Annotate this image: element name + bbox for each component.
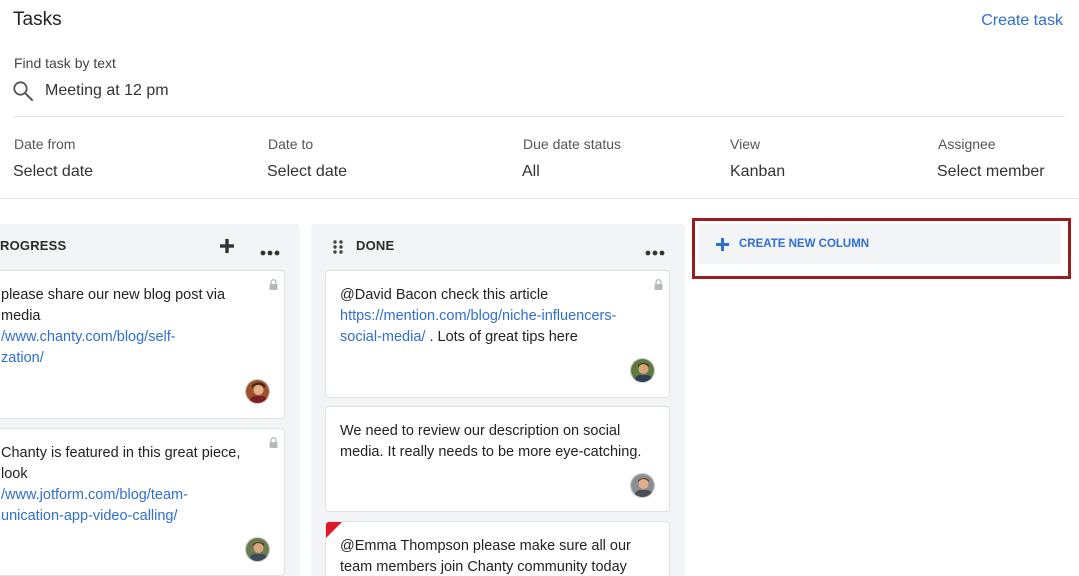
plus-icon bbox=[716, 237, 729, 251]
filter-date-to: Date to Select date bbox=[267, 136, 347, 181]
lock-icon bbox=[269, 277, 278, 295]
drag-handle-icon[interactable] bbox=[333, 240, 343, 259]
task-card[interactable]: We need to review our description on soc… bbox=[325, 406, 670, 512]
date-from-select[interactable]: Select date bbox=[13, 163, 93, 181]
task-link[interactable]: https://mention.com/blog/niche-influence… bbox=[340, 308, 616, 324]
filter-assignee: Assignee Select member bbox=[937, 136, 1045, 181]
task-text: We need to review our description on soc… bbox=[340, 423, 642, 460]
date-from-label: Date from bbox=[14, 136, 76, 152]
more-options-icon[interactable] bbox=[645, 243, 665, 261]
filter-date-from: Date from Select date bbox=[13, 136, 93, 181]
search-row bbox=[12, 80, 445, 102]
column-title: ROGRESS bbox=[0, 238, 67, 253]
create-new-column-label: CREATE NEW COLUMN bbox=[739, 238, 870, 250]
date-to-select[interactable]: Select date bbox=[267, 163, 347, 181]
task-text: Chanty is featured in this great piece, … bbox=[1, 445, 241, 524]
task-link[interactable]: unication-app-video-calling/ bbox=[1, 508, 178, 524]
task-card[interactable]: @Emma Thompson please make sure all our … bbox=[325, 521, 670, 576]
task-text: @Emma Thompson please make sure all our … bbox=[340, 538, 631, 575]
due-status-label: Due date status bbox=[523, 136, 622, 152]
assignee-label: Assignee bbox=[938, 136, 996, 152]
due-status-select[interactable]: All bbox=[522, 163, 621, 181]
page-title: Tasks bbox=[13, 9, 62, 30]
kanban-column-done: DONE @David Bacon check this article htt… bbox=[311, 224, 685, 576]
view-label: View bbox=[730, 136, 761, 152]
task-link[interactable]: /www.chanty.com/blog/self- bbox=[1, 329, 176, 345]
search-label: Find task by text bbox=[14, 55, 116, 71]
date-to-label: Date to bbox=[268, 136, 314, 152]
avatar[interactable] bbox=[245, 537, 270, 562]
create-new-column-button[interactable]: CREATE NEW COLUMN bbox=[698, 224, 1061, 264]
avatar[interactable] bbox=[245, 379, 270, 404]
filter-view: View Kanban bbox=[730, 136, 785, 181]
create-new-column-highlight: CREATE NEW COLUMN bbox=[692, 218, 1071, 279]
task-card[interactable]: Chanty is featured in this great piece, … bbox=[0, 428, 285, 576]
view-select[interactable]: Kanban bbox=[730, 163, 785, 181]
divider bbox=[13, 116, 1065, 117]
kanban-column-in-progress: ROGRESS please share our new blog post v… bbox=[0, 224, 300, 576]
avatar[interactable] bbox=[630, 358, 655, 383]
lock-icon bbox=[269, 435, 278, 453]
divider bbox=[0, 198, 1079, 199]
task-link[interactable]: zation/ bbox=[1, 350, 44, 366]
more-options-icon[interactable] bbox=[260, 243, 280, 261]
task-card[interactable]: please share our new blog post via media… bbox=[0, 270, 285, 419]
assignee-select[interactable]: Select member bbox=[937, 163, 1045, 181]
task-text: @David Bacon check this article https://… bbox=[340, 287, 617, 345]
avatar[interactable] bbox=[630, 473, 655, 498]
task-link[interactable]: /www.jotform.com/blog/team- bbox=[1, 487, 188, 503]
create-task-link[interactable]: Create task bbox=[981, 12, 1063, 30]
task-card[interactable]: @David Bacon check this article https://… bbox=[325, 270, 670, 398]
add-task-icon[interactable] bbox=[219, 238, 235, 259]
lock-icon bbox=[654, 277, 663, 295]
task-link[interactable]: social-media/ bbox=[340, 329, 425, 345]
task-text: please share our new blog post via media… bbox=[1, 287, 226, 366]
column-title: DONE bbox=[356, 238, 395, 253]
search-input[interactable] bbox=[45, 82, 445, 100]
search-icon bbox=[12, 80, 34, 102]
filter-due-status: Due date status All bbox=[522, 136, 622, 181]
